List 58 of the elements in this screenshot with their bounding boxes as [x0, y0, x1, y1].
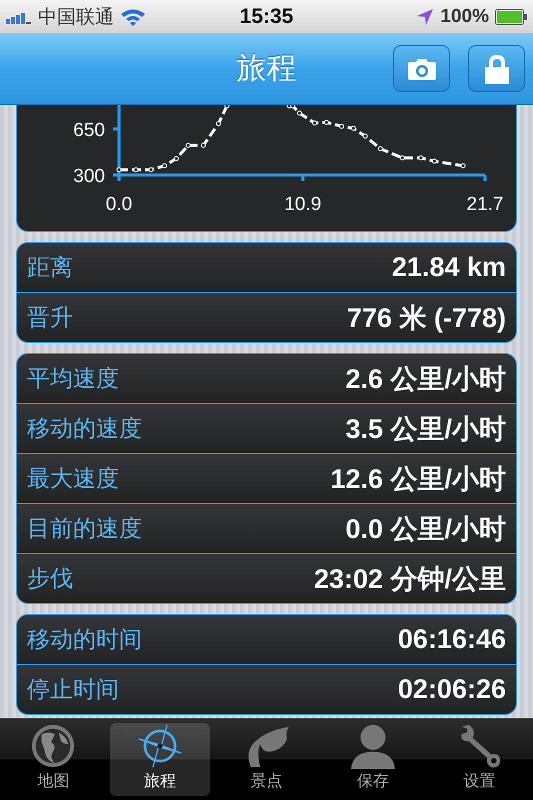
data-point: [324, 120, 329, 125]
stat-label: 距离: [27, 253, 73, 282]
data-point: [460, 163, 466, 168]
stat-label: 步伐: [27, 564, 73, 593]
stat-value: 02:06:26: [398, 674, 506, 705]
data-point: [378, 146, 383, 152]
y-tick-label: 650: [73, 120, 105, 141]
data-point: [174, 156, 179, 162]
stat-label: 移动的时间: [27, 625, 142, 654]
tab-item[interactable]: 景点: [216, 723, 316, 796]
battery-percent: 100%: [440, 6, 489, 28]
stat-value: 3.5 公里/小时: [345, 412, 506, 446]
stat-value: 23:02 分钟/公里: [314, 562, 506, 596]
data-point: [350, 126, 356, 131]
stat-label: 目前的速度: [27, 514, 142, 543]
data-point: [162, 163, 168, 168]
tab-item[interactable]: 保存: [323, 723, 424, 796]
lock-icon: [484, 54, 510, 84]
data-point: [339, 124, 344, 129]
camera-icon: [406, 56, 436, 80]
y-tick-label: 300: [73, 166, 105, 187]
lock-button[interactable]: [468, 45, 525, 92]
data-point: [200, 142, 206, 148]
tab-item[interactable]: 设置: [430, 723, 530, 796]
page-title: 旅程: [236, 51, 296, 87]
stat-label: 移动的速度: [27, 414, 142, 443]
stat-value: 0.0 公里/小时: [345, 512, 506, 546]
x-tick-label: 21.7: [466, 194, 504, 215]
tab-item[interactable]: 旅程: [110, 723, 210, 796]
battery-icon: [495, 8, 527, 24]
data-point: [400, 155, 405, 160]
camera-button[interactable]: [393, 45, 450, 92]
data-point: [312, 120, 318, 126]
stat-label: 晋升: [27, 303, 73, 332]
carrier-name: 中国联通: [38, 6, 114, 30]
data-point: [362, 134, 368, 139]
stat-label: 停止时间: [27, 675, 119, 704]
stat-value: 2.6 公里/小时: [345, 362, 506, 396]
x-tick-label: 10.9: [284, 194, 322, 215]
location-arrow-icon: [416, 8, 434, 26]
clock-time: 15:35: [240, 4, 294, 28]
stat-label: 平均速度: [27, 364, 119, 393]
data-point: [216, 121, 221, 126]
stat-label: 最大速度: [27, 464, 119, 493]
stat-value: 776 米 (-778): [346, 302, 506, 335]
stat-value: 12.6 公里/小时: [330, 462, 506, 496]
stat-value: 21.84 km: [392, 252, 506, 283]
tab-item[interactable]: 地图: [3, 723, 104, 796]
data-point: [116, 167, 122, 172]
data-point: [148, 167, 154, 172]
x-tick-label: 0.0: [106, 194, 132, 215]
wifi-icon: [120, 8, 146, 26]
data-point: [133, 167, 138, 172]
data-point: [296, 110, 302, 116]
stat-value: 06:16:46: [398, 624, 506, 655]
data-point: [186, 142, 191, 148]
data-point: [432, 158, 437, 164]
data-point: [418, 155, 424, 160]
